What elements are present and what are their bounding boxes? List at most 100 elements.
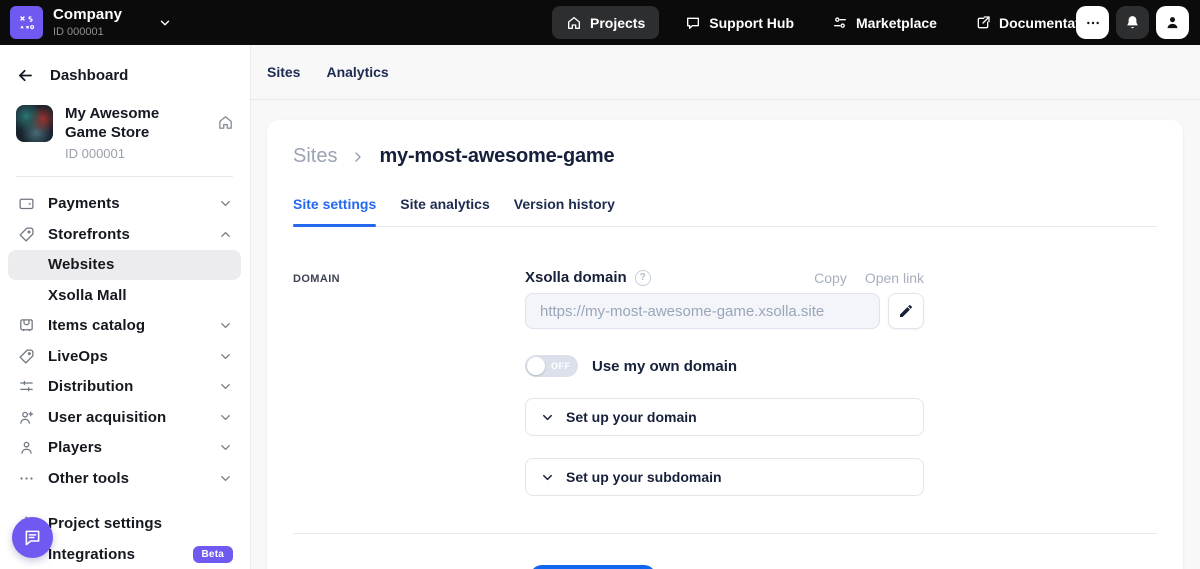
own-domain-label: Use my own domain [592,358,737,375]
toggle-knob [527,357,545,375]
chat-widget-button[interactable] [12,517,53,558]
tag-icon [16,226,36,243]
menu-gap [8,494,241,509]
chevron-down-icon[interactable] [158,16,172,30]
nav-label: Marketplace [856,15,937,31]
company-switcher[interactable]: Company ID 000001 [10,6,172,39]
sidebar-item-items-catalog[interactable]: Items catalog [8,311,241,342]
nav-marketplace[interactable]: Marketplace [820,6,949,39]
divider [293,533,1157,534]
sliders-icon [16,378,36,395]
breadcrumb-current: my-most-awesome-game [379,145,614,168]
external-link-icon [975,15,991,31]
sidebar-item-liveops[interactable]: LiveOps [8,341,241,372]
tab-analytics[interactable]: Analytics [326,64,388,80]
chevron-down-icon [218,410,233,425]
tab-version-history[interactable]: Version history [514,196,615,226]
xsolla-domain-input[interactable] [525,293,880,329]
help-icon[interactable]: ? [635,270,651,286]
site-settings-card: Sites my-most-awesome-game Site settings… [267,120,1183,569]
project-avatar [16,105,53,142]
back-label: Dashboard [50,67,128,84]
breadcrumb: Sites my-most-awesome-game [293,145,1157,168]
nav-support-hub[interactable]: Support Hub [673,6,806,39]
nav-label: Projects [590,15,645,31]
chevron-right-icon [350,149,366,165]
sidebar-item-websites[interactable]: Websites [8,250,241,281]
sidebar-item-storefronts[interactable]: Storefronts [8,219,241,250]
toggle-state-label: OFF [551,361,571,371]
chevron-down-icon [218,379,233,394]
own-domain-toggle-row: OFF Use my own domain [525,355,924,377]
sidebar-item-distribution[interactable]: Distribution [8,372,241,403]
nav-label: Support Hub [709,15,794,31]
user-plus-icon [16,409,36,426]
accordion-label: Set up your subdomain [566,469,722,485]
sidebar-item-players[interactable]: Players [8,433,241,464]
user-icon [1164,14,1181,31]
xsolla-domain-label: Xsolla domain [525,269,627,286]
chevron-up-icon [218,227,233,242]
chevron-down-icon [218,471,233,486]
chevron-down-icon [218,318,233,333]
account-button[interactable] [1156,6,1189,39]
notifications-button[interactable] [1116,6,1149,39]
vault-icon [16,317,36,334]
xsolla-logo-icon [10,6,43,39]
home-icon[interactable] [217,114,234,131]
home-icon [566,15,582,31]
company-name: Company [53,7,122,24]
chevron-down-icon [218,440,233,455]
chevron-down-icon [218,196,233,211]
sidebar-item-xsolla-mall[interactable]: Xsolla Mall [8,280,241,311]
section-tabs: Sites Analytics [250,45,1200,100]
chat-bubble-icon [685,15,701,31]
project-id: ID 000001 [65,146,205,161]
user-icon [16,439,36,456]
pencil-icon [898,303,914,319]
beta-badge: Beta [193,546,233,563]
arrow-left-icon [16,66,35,85]
topbar-actions [1076,6,1189,39]
chat-messages-icon [22,527,43,548]
wallet-icon [16,195,36,212]
section-label-domain: DOMAIN [293,273,525,285]
sidebar: Dashboard My Awesome Game Store ID 00000… [0,45,250,569]
project-summary: My Awesome Game Store ID 000001 [0,102,250,176]
domain-section: DOMAIN Xsolla domain ? Copy Open link [293,269,1157,496]
accordion-label: Set up your domain [566,409,697,425]
loop-tag-icon [16,348,36,365]
bell-icon [1124,14,1141,31]
save-button[interactable] [530,565,656,569]
ellipsis-icon [16,470,36,487]
sidebar-item-user-acquisition[interactable]: User acquisition [8,402,241,433]
edit-domain-button[interactable] [888,293,924,329]
project-name: My Awesome Game Store [65,105,205,143]
nav-projects[interactable]: Projects [552,6,659,39]
sidebar-item-payments[interactable]: Payments [8,189,241,220]
back-to-dashboard[interactable]: Dashboard [0,45,250,102]
company-id: ID 000001 [53,26,122,38]
top-navigation: Projects Support Hub Marketplace Documen… [552,6,1113,39]
chevron-down-icon [540,410,555,425]
main-content: Sites Analytics Sites my-most-awesome-ga… [250,45,1200,569]
chevron-down-icon [540,470,555,485]
field-header: Xsolla domain ? Copy Open link [525,269,924,286]
open-link[interactable]: Open link [865,270,924,286]
chevron-down-icon [218,349,233,364]
own-domain-toggle[interactable]: OFF [525,355,578,377]
card-tabs: Site settings Site analytics Version his… [293,196,1157,227]
topbar: Company ID 000001 Projects Support Hub M… [0,0,1200,45]
accordion-setup-domain[interactable]: Set up your domain [525,398,924,436]
breadcrumb-parent[interactable]: Sites [293,145,337,168]
ellipsis-icon [1085,15,1101,31]
copy-link[interactable]: Copy [814,270,847,286]
accordion-setup-subdomain[interactable]: Set up your subdomain [525,458,924,496]
more-button[interactable] [1076,6,1109,39]
sidebar-menu: Payments Storefronts Websites Xsolla Mal… [0,177,250,569]
tab-sites[interactable]: Sites [267,64,300,80]
tab-site-settings[interactable]: Site settings [293,196,376,226]
tab-site-analytics[interactable]: Site analytics [400,196,490,226]
sidebar-item-other-tools[interactable]: Other tools [8,463,241,494]
sliders-icon [832,15,848,31]
